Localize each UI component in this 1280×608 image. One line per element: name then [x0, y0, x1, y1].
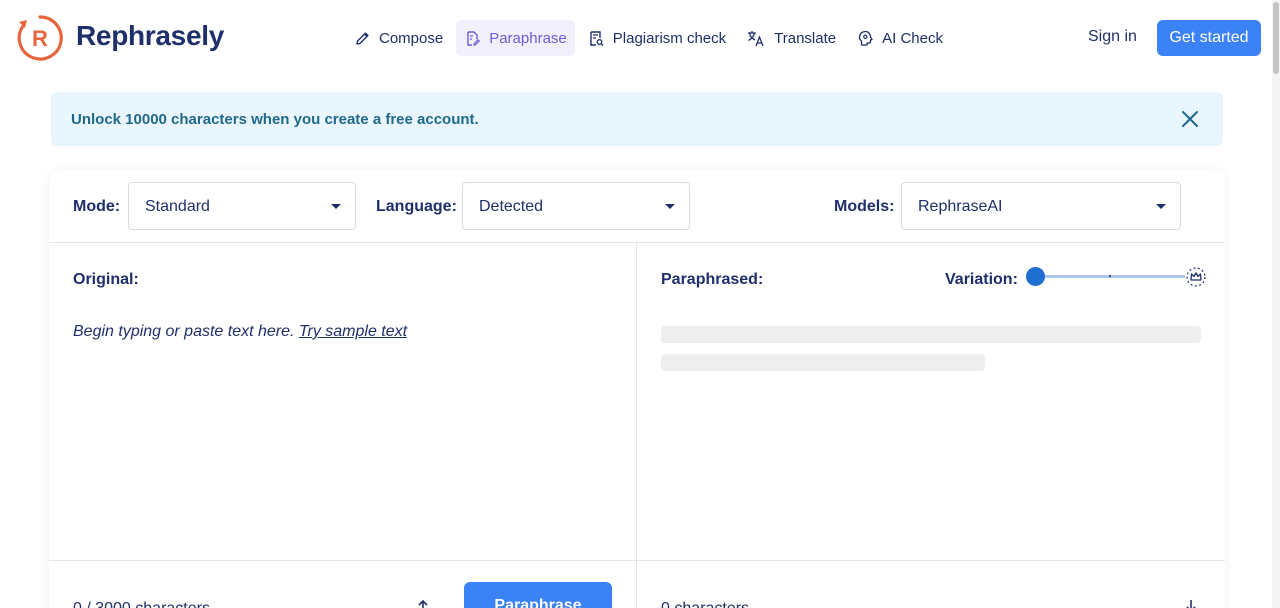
nav-translate-label: Translate	[774, 29, 837, 47]
mode-value: Standard	[145, 198, 210, 215]
signup-banner: Unlock 10000 characters when you create …	[51, 92, 1223, 146]
chevron-down-icon	[1156, 204, 1166, 209]
mode-select[interactable]: Standard	[128, 182, 356, 230]
top-header: R Rephrasely Compose Paraphrase Plagiari…	[0, 0, 1272, 76]
nav-ai-check[interactable]: AI Check	[849, 20, 951, 56]
try-sample-link[interactable]: Try sample text	[299, 323, 407, 340]
nav-plagiarism-label: Plagiarism check	[612, 29, 727, 47]
mode-label: Mode:	[73, 198, 121, 215]
document-edit-icon	[467, 30, 481, 46]
original-title: Original:	[73, 271, 139, 288]
paraphraser-card: Mode: Standard Language: Detected Models…	[49, 170, 1225, 608]
svg-text:R: R	[32, 26, 48, 51]
footer-divider	[49, 560, 1225, 561]
brand-name[interactable]: Rephrasely	[76, 20, 224, 52]
paraphrase-button[interactable]: Paraphrase	[464, 582, 612, 608]
language-value: Detected	[479, 198, 544, 215]
models-select[interactable]: RephraseAI	[901, 182, 1181, 230]
scrollbar-thumb[interactable]	[1273, 2, 1279, 74]
pencil-icon	[356, 31, 369, 45]
chevron-down-icon	[331, 204, 341, 209]
paraphrased-char-counter: 0 characters	[661, 600, 749, 608]
pane-divider	[636, 243, 637, 608]
nav-paraphrase-label: Paraphrase	[489, 29, 567, 47]
page-scrollbar[interactable]	[1272, 0, 1280, 608]
main-nav: Compose Paraphrase Plagiarism check Tran…	[346, 20, 956, 56]
logo-icon: R	[17, 15, 63, 61]
original-input[interactable]: Begin typing or paste text here. Try sam…	[73, 323, 407, 341]
original-char-counter: 0 / 3000 characters	[73, 600, 210, 608]
sign-in-link[interactable]: Sign in	[1088, 28, 1137, 46]
options-toolbar: Mode: Standard Language: Detected Models…	[49, 170, 1225, 243]
loading-skeleton-line	[661, 326, 1201, 343]
loading-skeleton-line	[661, 354, 985, 371]
brain-icon	[858, 30, 873, 46]
language-label: Language:	[376, 198, 457, 215]
nav-paraphrase[interactable]: Paraphrase	[456, 20, 575, 56]
nav-translate[interactable]: Translate	[739, 20, 844, 56]
nav-compose[interactable]: Compose	[346, 20, 451, 56]
nav-compose-label: Compose	[379, 29, 444, 47]
close-icon[interactable]	[1179, 108, 1201, 130]
slider-step-marker	[1109, 275, 1111, 277]
nav-ai-check-label: AI Check	[882, 29, 943, 47]
models-value: RephraseAI	[918, 198, 1003, 215]
logo[interactable]: R	[16, 14, 64, 62]
variation-label: Variation:	[945, 271, 1018, 288]
download-icon[interactable]	[1183, 598, 1199, 608]
banner-text: Unlock 10000 characters when you create …	[71, 111, 479, 128]
upload-icon[interactable]	[415, 598, 431, 608]
language-select[interactable]: Detected	[462, 182, 690, 230]
paraphrased-title: Paraphrased:	[661, 271, 764, 288]
document-search-icon	[590, 30, 604, 46]
translate-icon	[748, 30, 764, 46]
crown-icon[interactable]	[1184, 265, 1208, 289]
chevron-down-icon	[665, 204, 675, 209]
variation-slider-thumb[interactable]	[1026, 267, 1045, 286]
original-placeholder: Begin typing or paste text here.	[73, 323, 295, 340]
models-label: Models:	[834, 198, 895, 215]
get-started-button[interactable]: Get started	[1157, 20, 1261, 56]
nav-plagiarism-check[interactable]: Plagiarism check	[580, 20, 734, 56]
